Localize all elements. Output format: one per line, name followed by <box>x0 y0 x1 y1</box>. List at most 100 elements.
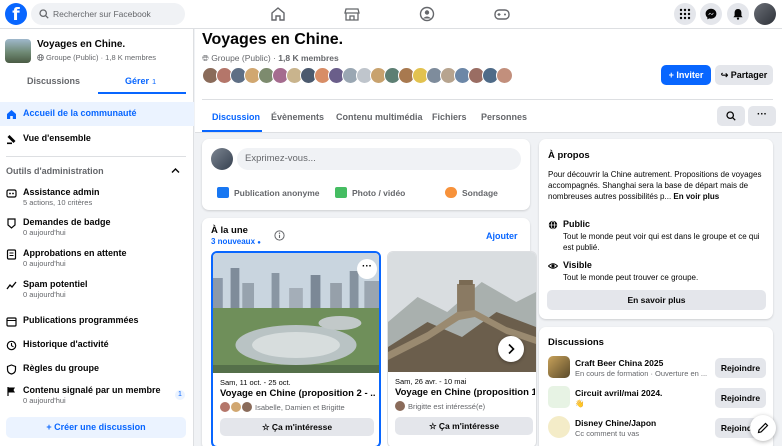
avatar <box>395 401 405 411</box>
sidebar-tabs: Discussions Gérer 1 <box>0 70 194 95</box>
sidebar-group-meta: Groupe (Public) · 1,8 K membres <box>37 53 156 62</box>
search-placeholder: Rechercher sur Facebook <box>53 9 151 19</box>
profile-avatar[interactable] <box>754 3 776 25</box>
header-divider <box>202 99 773 100</box>
menu-grid-icon <box>679 8 691 20</box>
add-featured-link[interactable]: Ajouter <box>486 231 518 241</box>
avatar <box>242 402 252 412</box>
messenger-button[interactable] <box>700 3 722 25</box>
report-icon <box>7 387 15 396</box>
about-description: Pour découvrir la Chine autrement. Propo… <box>548 170 762 201</box>
post-image-city <box>213 253 379 373</box>
admin-tools-heading[interactable]: Outils d'administration <box>6 166 104 176</box>
overview-icon <box>7 135 16 145</box>
tab-discussions[interactable]: Discussions <box>27 76 80 86</box>
manage-count: 1 <box>152 77 157 86</box>
chat-thumbnail <box>548 416 570 438</box>
star-icon: ☆ <box>261 422 272 432</box>
info-icon[interactable] <box>274 230 285 241</box>
discussions-card: Discussions Craft Beer China 2025 En cou… <box>539 327 773 446</box>
featured-title: À la une <box>211 225 248 236</box>
post-composer: Exprimez-vous... Publication anonyme Pho… <box>202 139 530 210</box>
globe-icon <box>37 54 44 61</box>
tab-events[interactable]: Évènements <box>271 112 324 122</box>
learn-more-button[interactable]: En savoir plus <box>547 290 766 310</box>
interested-users: Brigitte est intéressé(e) <box>395 401 485 411</box>
post-input[interactable]: Exprimez-vous... <box>237 148 521 170</box>
share-icon: ↪ <box>720 70 731 80</box>
group-header: Voyages en Chine. 🌐︎ Groupe (Public) · 1… <box>195 29 782 133</box>
discussions-title: Discussions <box>548 337 604 348</box>
avatar[interactable] <box>496 67 513 84</box>
group-privacy[interactable]: Groupe (Public) <box>211 53 271 63</box>
featured-post[interactable]: ··· Sam, 11 oct. - 25 oct. Voyage en Chi… <box>211 251 381 446</box>
marketplace-icon[interactable] <box>343 6 361 22</box>
poll-icon <box>445 187 457 198</box>
chevron-up-icon[interactable] <box>171 167 180 174</box>
dot-icon: ● <box>257 240 261 246</box>
sidebar-item-label: Vue d'ensemble <box>23 133 91 143</box>
new-message-button[interactable] <box>750 415 776 441</box>
search-icon <box>726 111 736 121</box>
star-icon: ☆ <box>428 421 439 431</box>
post-date: Sam, 26 avr. - 10 mai <box>395 377 467 386</box>
featured-new-count: 3 nouveaux ● <box>211 237 261 246</box>
interested-button[interactable]: ☆ Ça m'intéresse <box>220 418 374 436</box>
featured-section: À la une 3 nouveaux ● Ajouter ··· Sam, 1… <box>202 218 537 446</box>
avatar[interactable] <box>211 148 233 170</box>
more-options-button[interactable]: ··· <box>748 106 776 126</box>
tab-manage[interactable]: Gérer 1 <box>125 76 156 86</box>
post-title[interactable]: Voyage en Chine (proposition 2 - ... <box>220 388 376 399</box>
member-count[interactable]: 1,8 K membres <box>278 53 338 63</box>
calendar-icon <box>6 317 17 327</box>
approval-icon <box>6 249 17 260</box>
chevron-right-icon <box>508 343 515 355</box>
post-options-button[interactable]: ··· <box>357 259 377 279</box>
tab-people[interactable]: Personnes <box>481 112 527 122</box>
interested-button[interactable]: ☆ Ça m'intéresse <box>395 417 533 435</box>
reported-count-badge: 1 <box>175 390 185 400</box>
top-bar: f Rechercher sur Facebook <box>0 0 782 29</box>
join-button[interactable]: Rejoindre <box>715 388 766 408</box>
anonymous-icon <box>217 187 229 198</box>
list-item[interactable]: Disney Chine/Japon Cc comment tu vas Rej… <box>548 416 768 440</box>
share-button[interactable]: ↪ Partager <box>715 65 773 85</box>
notifications-button[interactable] <box>727 3 749 25</box>
poll-button[interactable]: Sondage <box>445 187 498 198</box>
sidebar-group-name[interactable]: Voyages en Chine. <box>37 39 125 50</box>
anonymous-post-button[interactable]: Publication anonyme <box>217 187 320 198</box>
spam-icon <box>6 281 17 290</box>
eye-icon <box>548 263 558 269</box>
post-date: Sam, 11 oct. - 25 oct. <box>220 378 291 387</box>
group-search-button[interactable] <box>717 106 745 126</box>
search-input[interactable]: Rechercher sur Facebook <box>31 3 185 25</box>
messenger-icon <box>705 8 717 20</box>
photo-video-button[interactable]: Photo / vidéo <box>335 187 405 198</box>
carousel-next-button[interactable] <box>498 336 524 362</box>
tab-media[interactable]: Contenu multimédia <box>336 112 423 122</box>
globe-icon <box>548 220 558 230</box>
see-more-link[interactable]: En voir plus <box>673 192 719 201</box>
list-item[interactable]: Craft Beer China 2025 En cours de format… <box>548 356 768 380</box>
facebook-logo[interactable]: f <box>5 3 27 25</box>
tab-files[interactable]: Fichiers <box>432 112 467 122</box>
photo-icon <box>335 187 347 198</box>
active-tab-indicator <box>202 130 262 132</box>
list-item[interactable]: Circuit avril/mai 2024. 👋 Rejoindre <box>548 386 768 410</box>
badge-icon <box>7 218 16 229</box>
gaming-icon[interactable] <box>493 6 511 22</box>
sidebar-item-label: Accueil de la communauté <box>23 108 137 118</box>
tab-discussion[interactable]: Discussion <box>212 112 260 122</box>
post-title[interactable]: Voyage en Chine (proposition 1 <box>395 387 535 398</box>
page-title: Voyages en Chine. <box>202 31 344 48</box>
home-icon[interactable] <box>269 6 287 22</box>
rules-icon <box>6 364 17 375</box>
active-tab-indicator <box>98 92 186 94</box>
interested-users: Isabelle, Damien et Brigitte <box>220 402 345 412</box>
invite-button[interactable]: + Inviter <box>661 65 711 85</box>
menu-button[interactable] <box>674 3 696 25</box>
group-thumbnail[interactable] <box>5 39 31 63</box>
join-button[interactable]: Rejoindre <box>715 358 766 378</box>
create-discussion-button[interactable]: + Créer une discussion <box>6 417 186 438</box>
groups-icon[interactable] <box>418 6 436 22</box>
